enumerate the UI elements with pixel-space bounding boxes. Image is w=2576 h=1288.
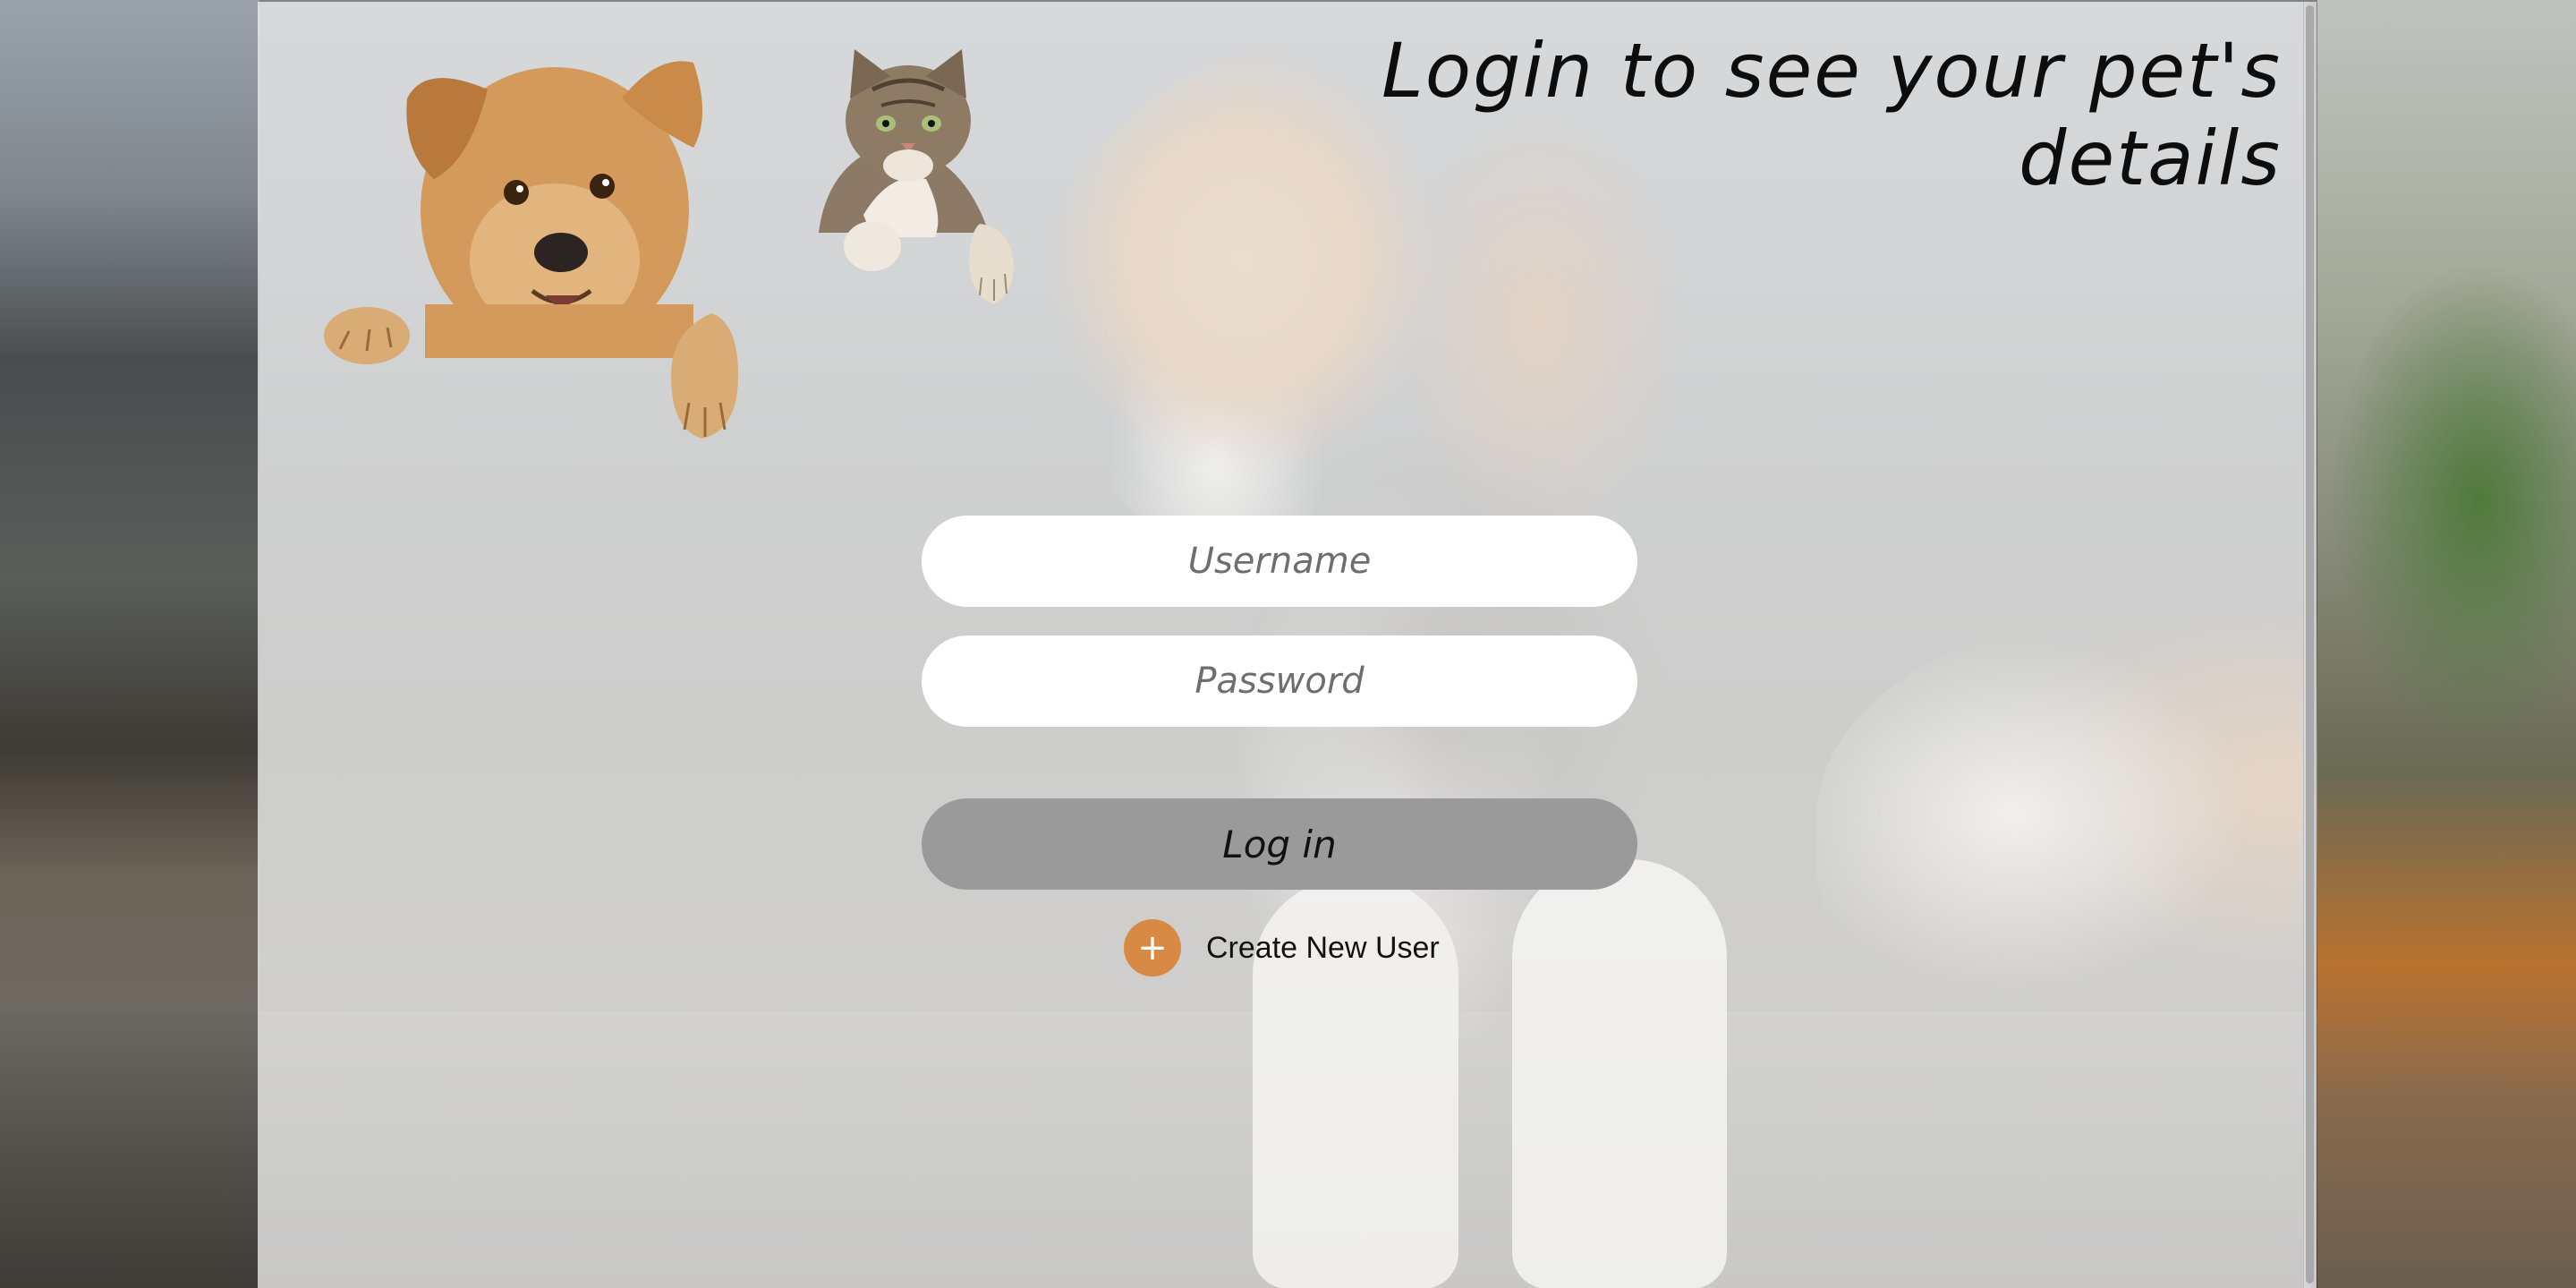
cat-icon: [819, 49, 1014, 304]
login-button-label: Log in: [1222, 822, 1337, 866]
password-input[interactable]: [922, 635, 1637, 727]
create-new-user-link[interactable]: + Create New User: [1124, 918, 1440, 977]
vertical-scrollbar[interactable]: [2303, 2, 2317, 1288]
login-button[interactable]: Log in: [922, 798, 1637, 890]
page-title: Login to see your pet's details: [1381, 27, 2282, 202]
background-right-scenery: [2317, 0, 2576, 1288]
username-input[interactable]: [922, 516, 1637, 607]
pets-illustration: [324, 49, 1014, 439]
dog-icon: [324, 61, 738, 439]
plus-icon[interactable]: +: [1124, 919, 1181, 977]
scrollbar-thumb[interactable]: [2306, 5, 2314, 1284]
create-new-user-label[interactable]: Create New User: [1206, 931, 1440, 966]
plus-icon-glyph: +: [1137, 927, 1168, 968]
